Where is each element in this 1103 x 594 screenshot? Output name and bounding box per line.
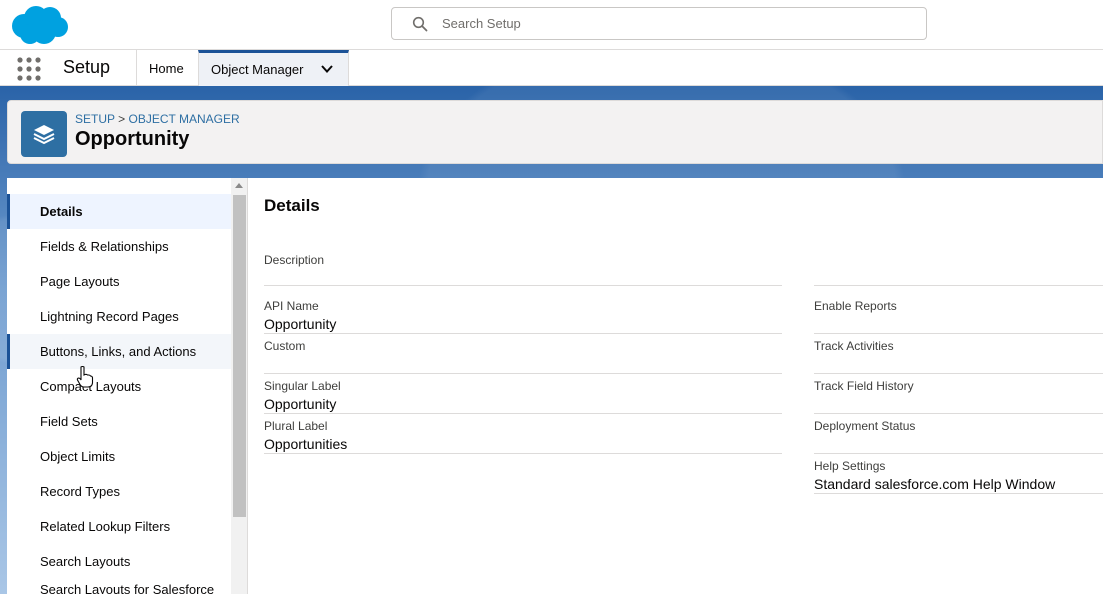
sidebar-item-label: Record Types bbox=[40, 484, 120, 499]
sidebar-item-object-limits[interactable]: Object Limits bbox=[7, 439, 231, 474]
singular-label-value: Opportunity bbox=[264, 396, 337, 412]
sidebar-item-label: Fields & Relationships bbox=[40, 239, 169, 254]
sidebar-item-lightning-record-pages[interactable]: Lightning Record Pages bbox=[7, 299, 231, 334]
sidebar-item-compact-layouts[interactable]: Compact Layouts bbox=[7, 369, 231, 404]
search-box[interactable] bbox=[391, 7, 927, 40]
search-input[interactable] bbox=[442, 8, 912, 39]
details-title: Details bbox=[264, 196, 320, 215]
enable-reports-label: Enable Reports bbox=[814, 299, 897, 313]
track-activities-label: Track Activities bbox=[814, 339, 894, 353]
breadcrumb: SETUP > OBJECT MANAGER bbox=[75, 112, 240, 126]
breadcrumb-separator: > bbox=[118, 112, 126, 126]
global-header bbox=[0, 0, 1103, 50]
custom-label: Custom bbox=[264, 339, 306, 353]
divider bbox=[814, 413, 1103, 414]
divider bbox=[264, 413, 782, 414]
sidebar-item-label: Buttons, Links, and Actions bbox=[40, 344, 197, 359]
chevron-down-icon[interactable] bbox=[320, 63, 334, 75]
sidebar-item-label: Search Layouts for Salesforce Classic bbox=[40, 581, 215, 594]
sidebar-item-label: Page Layouts bbox=[40, 274, 120, 289]
api-name-label: API Name bbox=[264, 299, 319, 313]
breadcrumb-setup[interactable]: SETUP bbox=[75, 112, 115, 126]
api-name-value: Opportunity bbox=[264, 316, 337, 332]
sidebar-item-fields-relationships[interactable]: Fields & Relationships bbox=[7, 229, 231, 264]
sidebar-item-label: Object Limits bbox=[40, 449, 116, 464]
sidebar-item-label: Field Sets bbox=[40, 414, 98, 429]
sidebar-item-label: Lightning Record Pages bbox=[40, 309, 179, 324]
deployment-status-label: Deployment Status bbox=[814, 419, 916, 433]
sidebar-item-details[interactable]: Details bbox=[7, 194, 231, 229]
object-icon-tile bbox=[21, 111, 67, 157]
divider bbox=[814, 373, 1103, 374]
details-panel: Details Description API Name Opportunity… bbox=[248, 178, 1103, 594]
object-sidebar: Details Fields & Relationships Page Layo… bbox=[7, 178, 248, 594]
app-name: Setup bbox=[63, 57, 111, 77]
divider bbox=[264, 285, 782, 286]
track-field-history-label: Track Field History bbox=[814, 379, 914, 393]
scrollbar-thumb[interactable] bbox=[233, 195, 246, 517]
breadcrumb-object-manager[interactable]: OBJECT MANAGER bbox=[129, 112, 240, 126]
sidebar-item-search-layouts-classic[interactable]: Search Layouts for Salesforce Classic bbox=[7, 579, 231, 594]
divider bbox=[264, 373, 782, 374]
sidebar-item-label: Related Lookup Filters bbox=[40, 519, 171, 534]
divider bbox=[814, 285, 1103, 286]
singular-label-label: Singular Label bbox=[264, 379, 341, 393]
divider bbox=[814, 333, 1103, 334]
search-icon bbox=[412, 16, 428, 32]
description-label: Description bbox=[264, 253, 325, 267]
tab-object-manager-label: Object Manager bbox=[211, 62, 304, 77]
sidebar-scrollbar[interactable] bbox=[231, 178, 247, 594]
app-launcher-icon[interactable] bbox=[17, 57, 41, 81]
sidebar-item-label: Search Layouts bbox=[40, 554, 131, 569]
salesforce-logo[interactable] bbox=[10, 4, 70, 46]
page-title: Opportunity bbox=[75, 128, 190, 150]
divider bbox=[264, 453, 782, 454]
help-settings-value: Standard salesforce.com Help Window bbox=[814, 476, 1056, 492]
sidebar-item-related-lookup-filters[interactable]: Related Lookup Filters bbox=[7, 509, 231, 544]
hand-cursor-icon bbox=[76, 366, 94, 388]
page-header: SETUP > OBJECT MANAGER Opportunity bbox=[7, 100, 1103, 164]
sidebar-item-field-sets[interactable]: Field Sets bbox=[7, 404, 231, 439]
plural-label-label: Plural Label bbox=[264, 419, 328, 433]
tab-home-label: Home bbox=[149, 60, 184, 76]
tab-object-manager[interactable]: Object Manager bbox=[198, 50, 349, 86]
help-settings-label: Help Settings bbox=[814, 459, 886, 473]
scroll-up-arrow-icon[interactable] bbox=[235, 183, 243, 188]
sidebar-item-search-layouts[interactable]: Search Layouts bbox=[7, 544, 231, 579]
divider bbox=[814, 493, 1103, 494]
sidebar-item-page-layouts[interactable]: Page Layouts bbox=[7, 264, 231, 299]
tab-home[interactable]: Home bbox=[136, 50, 199, 86]
divider bbox=[264, 333, 782, 334]
sidebar-item-label: Details bbox=[40, 204, 83, 219]
sidebar-item-buttons-links-actions[interactable]: Buttons, Links, and Actions bbox=[7, 334, 231, 369]
app-nav-bar: Setup Home Object Manager bbox=[0, 50, 1103, 86]
divider bbox=[814, 453, 1103, 454]
sidebar-item-record-types[interactable]: Record Types bbox=[7, 474, 231, 509]
layers-icon bbox=[33, 125, 55, 145]
plural-label-value: Opportunities bbox=[264, 436, 348, 452]
